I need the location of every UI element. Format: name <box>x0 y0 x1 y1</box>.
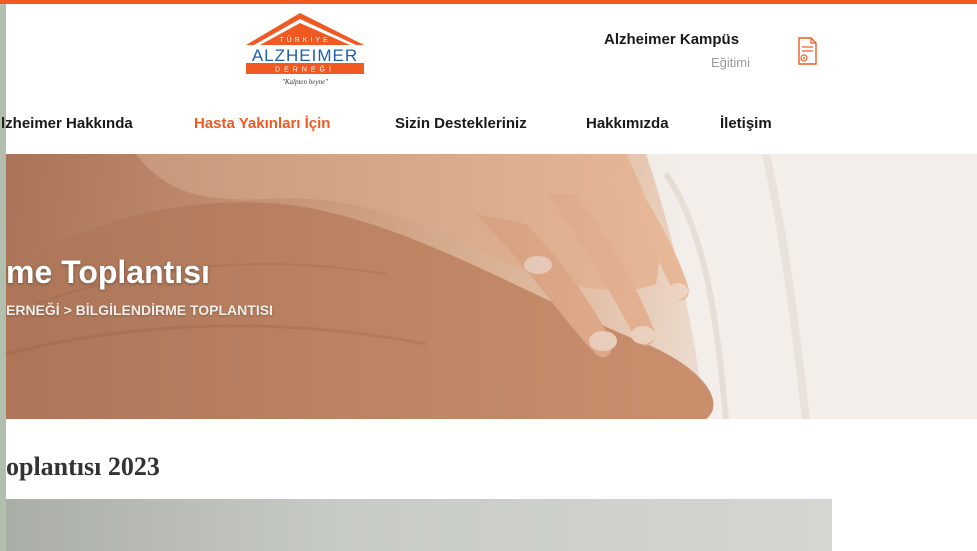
event-image <box>6 499 832 551</box>
logo-graphic: TÜRKİYE ALZHEIMER DERNEĞİ "Kalpten beyne… <box>246 13 364 86</box>
nav-item-iletisim[interactable]: İletişim <box>720 115 772 132</box>
logo-line1: TÜRKİYE <box>279 35 330 44</box>
logo-line3: DERNEĞİ <box>275 65 335 74</box>
logo-line2: ALZHEIMER <box>252 46 358 65</box>
main-nav: lzheimer Hakkında Hasta Yakınları İçin S… <box>1 92 977 154</box>
logo-tagline: "Kalpten beyne" <box>282 78 328 86</box>
campus-subtitle[interactable]: Eğitimi <box>711 55 750 70</box>
nav-item-hasta-yakinlari[interactable]: Hasta Yakınları İçin <box>194 115 330 132</box>
hero-banner: me Toplantısı ERNEĞİ > BİLGİLENDİRME TOP… <box>6 154 977 419</box>
certificate-icon[interactable] <box>796 37 818 65</box>
page-title: me Toplantısı <box>6 254 210 290</box>
nav-item-alzheimer-hakkinda[interactable]: lzheimer Hakkında <box>1 115 133 132</box>
nav-item-hakkimizda[interactable]: Hakkımızda <box>586 115 669 132</box>
nav-item-sizin-destekleriniz[interactable]: Sizin Destekleriniz <box>395 115 527 132</box>
site-header: TÜRKİYE ALZHEIMER DERNEĞİ "Kalpten beyne… <box>6 4 977 93</box>
section-title: oplantısı 2023 <box>6 452 160 481</box>
breadcrumb: ERNEĞİ > BİLGİLENDİRME TOPLANTISI <box>6 302 273 318</box>
campus-title[interactable]: Alzheimer Kampüs <box>604 31 739 48</box>
site-logo[interactable]: TÜRKİYE ALZHEIMER DERNEĞİ "Kalpten beyne… <box>240 9 370 91</box>
